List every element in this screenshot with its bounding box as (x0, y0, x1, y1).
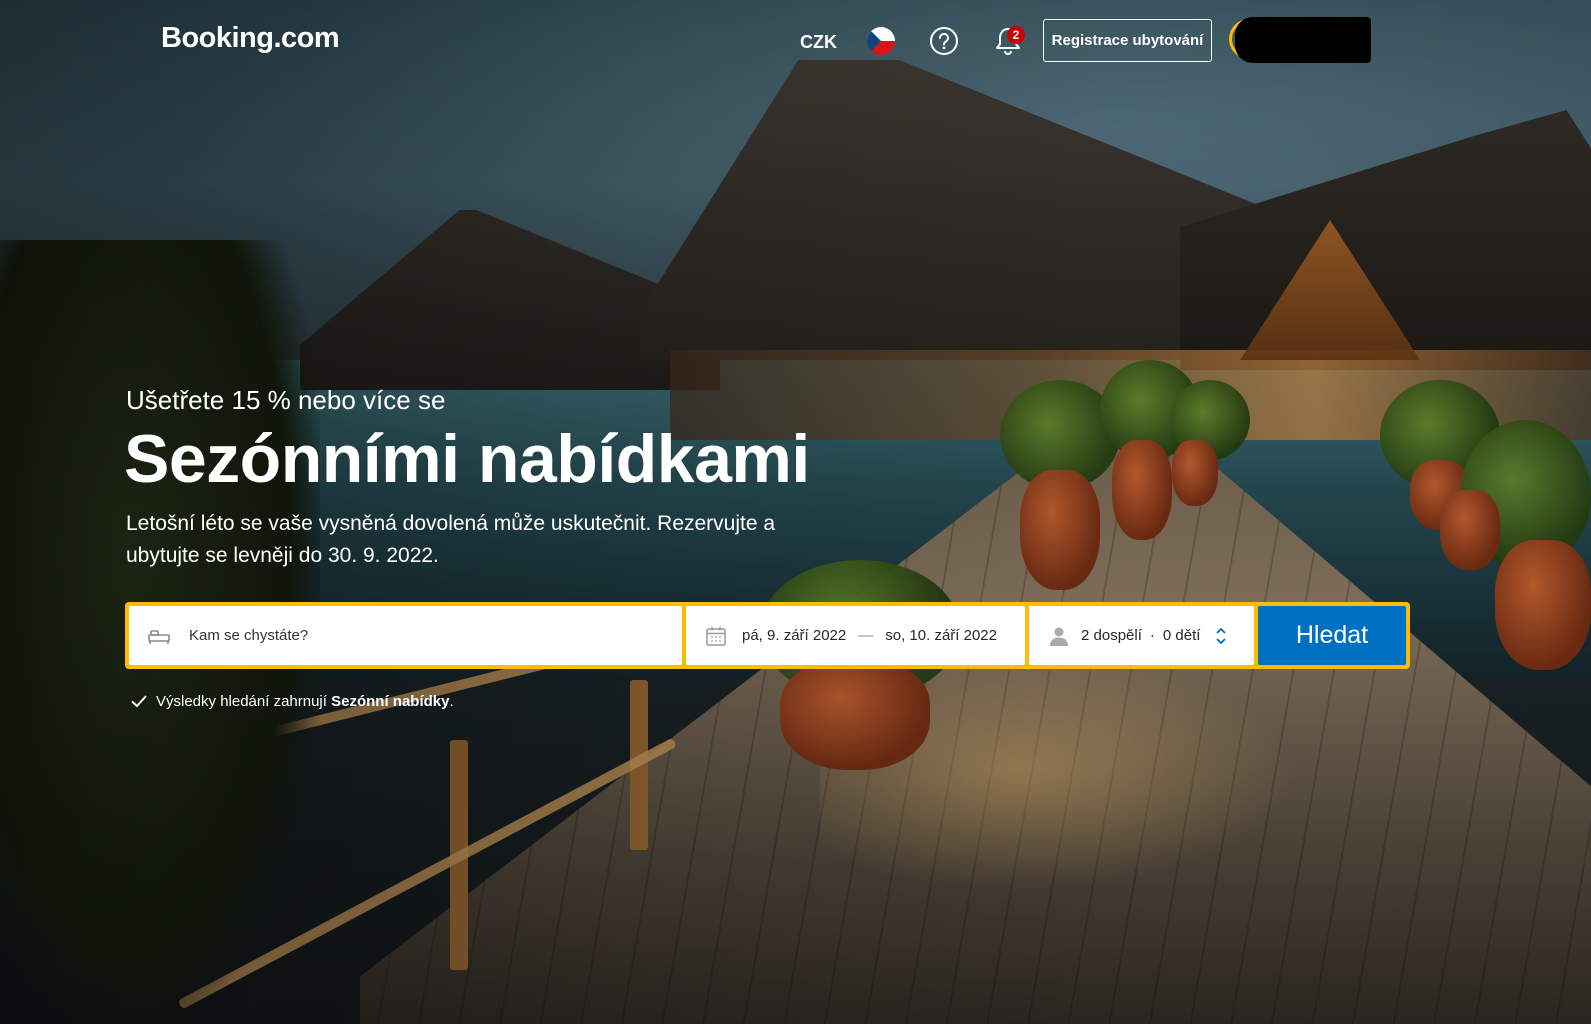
register-property-button[interactable]: Registrace ubytování (1043, 19, 1212, 62)
hero-section: Booking.com CZK 2 Registrace ubytování U… (0, 0, 1591, 1024)
dates-field[interactable]: pá, 9. září 2022 — so, 10. září 2022 (686, 606, 1025, 665)
guests-separator: · (1149, 627, 1155, 644)
redacted-account-name (1235, 17, 1371, 63)
cz-flag-icon[interactable] (867, 27, 895, 55)
currency-selector[interactable]: CZK (794, 28, 843, 56)
destination-input[interactable] (187, 626, 651, 645)
chevron-updown-icon (1214, 624, 1228, 648)
checkout-date: so, 10. září 2022 (885, 627, 997, 644)
person-icon (1047, 624, 1071, 648)
search-bar: pá, 9. září 2022 — so, 10. září 2022 2 d… (125, 602, 1410, 669)
hero-subtitle: Letošní léto se vaše vysněná dovolená mů… (126, 512, 776, 567)
search-button[interactable]: Hledat (1258, 606, 1406, 665)
top-nav: Booking.com CZK 2 Registrace ubytování (0, 0, 1591, 82)
notification-badge: 2 (1007, 26, 1025, 44)
checkin-date: pá, 9. září 2022 (742, 627, 847, 644)
help-icon[interactable] (929, 26, 959, 56)
checkmark-icon (130, 692, 148, 710)
note-suffix: . (449, 692, 454, 710)
note-prefix: Výsledky hledání zahrnují (156, 692, 327, 710)
hero-kicker: Ušetřete 15 % nebo více se (126, 385, 446, 415)
calendar-icon (704, 624, 728, 648)
adults-count: 2 dospělí (1081, 627, 1142, 644)
bed-icon (147, 624, 171, 648)
account-menu[interactable] (1229, 17, 1371, 63)
search-results-note: Výsledky hledání zahrnují Sezónní nabídk… (130, 692, 454, 710)
date-separator: — (858, 627, 874, 644)
hero-headline: Sezónními nabídkami (124, 421, 810, 497)
booking-logo[interactable]: Booking.com (161, 22, 340, 55)
destination-field[interactable] (129, 606, 682, 665)
guests-field[interactable]: 2 dospělí · 0 dětí (1029, 606, 1254, 665)
children-count: 0 dětí (1162, 627, 1201, 644)
note-emphasis: Sezónní nabídky (331, 692, 450, 710)
